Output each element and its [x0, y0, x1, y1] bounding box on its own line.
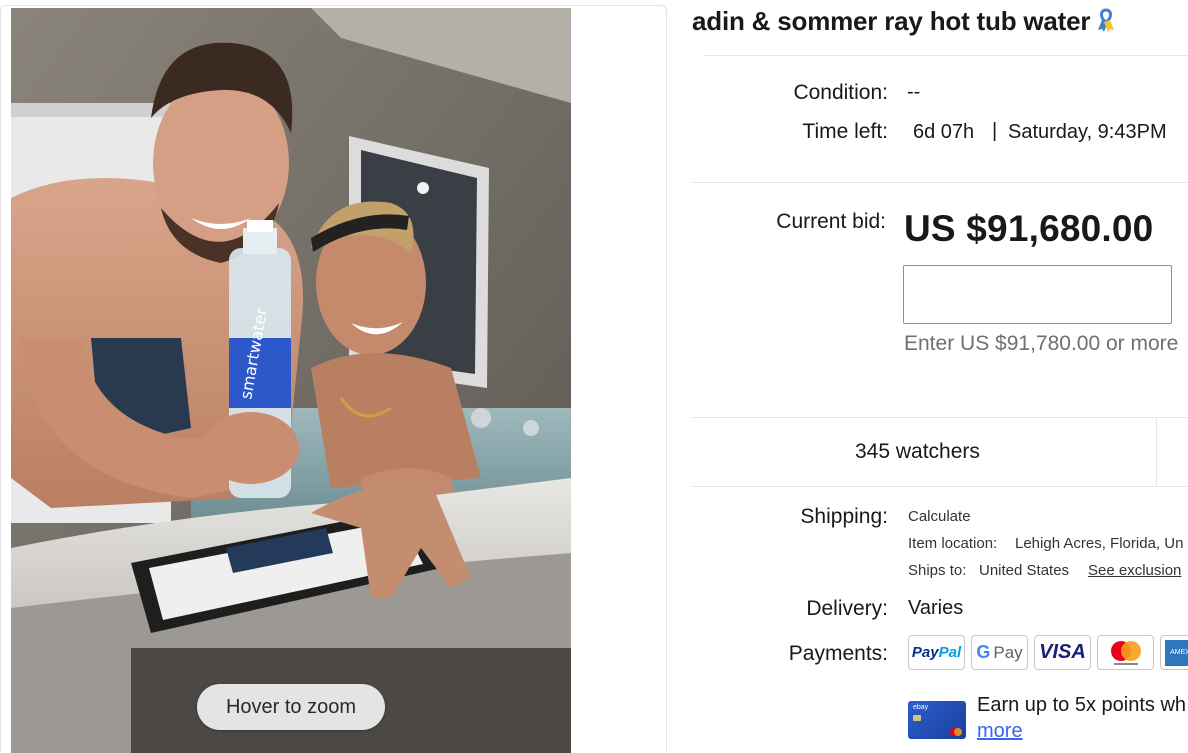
watchers-separator: [1156, 418, 1157, 486]
listing-title: adin & sommer ray hot tub water: [692, 6, 1116, 39]
watchers-count: 345 watchers: [855, 440, 980, 463]
paypal-text-pal: Pal: [938, 644, 962, 661]
ships-to-value: United States: [979, 562, 1070, 579]
amex-badge: AMEX: [1160, 635, 1188, 670]
ebay-card-logo: ebay: [913, 704, 929, 711]
condition-value: --: [907, 81, 921, 103]
ribbon-icon: [1096, 8, 1116, 39]
details-divider-3: [692, 486, 1188, 487]
auction-end-time: Saturday, 9:43PM: [1008, 121, 1167, 143]
mastercard-icon: [1110, 640, 1141, 665]
earn-points-text: Earn up to 5x points wh: [977, 694, 1187, 716]
time-left-separator: |: [992, 120, 998, 142]
condition-label: Condition:: [793, 81, 888, 104]
earn-more-link[interactable]: more: [977, 720, 1023, 743]
visa-text: VISA: [1039, 641, 1086, 663]
amex-icon: AMEX: [1165, 639, 1188, 666]
item-location-label: Item location:: [908, 535, 998, 552]
google-g-icon: G: [976, 642, 991, 662]
delivery-value: Varies: [908, 597, 964, 619]
visa-badge: VISA: [1034, 635, 1091, 670]
card-network-icon: [950, 728, 962, 736]
see-exclusions-link[interactable]: See exclusion: [1088, 562, 1181, 579]
listing-photo[interactable]: smartwater: [11, 8, 571, 753]
bid-amount-input[interactable]: [903, 265, 1172, 324]
hover-to-zoom-pill: Hover to zoom: [197, 684, 385, 730]
shipping-label: Shipping:: [800, 505, 888, 528]
delivery-label: Delivery:: [806, 597, 888, 620]
time-left-label: Time left:: [802, 120, 888, 143]
details-divider-1: [692, 182, 1188, 183]
mastercard-badge: [1097, 635, 1154, 670]
payments-label: Payments:: [788, 642, 888, 665]
paypal-badge: Pay Pal: [908, 635, 965, 670]
time-left-value: 6d 07h: [913, 121, 975, 143]
google-pay-text: Pay: [993, 642, 1023, 662]
shipping-calculate-link[interactable]: Calculate: [908, 508, 971, 525]
paypal-text-pay: Pay: [911, 644, 939, 661]
google-pay-badge: G Pay: [971, 635, 1028, 670]
current-bid-label: Current bid:: [776, 210, 886, 233]
details-divider-2: [692, 417, 1188, 418]
listing-photo-illustration: smartwater: [11, 8, 571, 753]
ebay-card-icon: ebay: [908, 701, 966, 739]
listing-title-text: adin & sommer ray hot tub water: [692, 6, 1091, 36]
card-chip-icon: [913, 715, 921, 721]
current-bid-price: US $91,680.00: [904, 208, 1154, 249]
bid-hint-text: Enter US $91,780.00 or more: [904, 332, 1179, 355]
item-location-value: Lehigh Acres, Florida, Un: [1015, 535, 1184, 552]
ships-to-label: Ships to:: [908, 562, 967, 579]
title-divider: [704, 55, 1188, 56]
